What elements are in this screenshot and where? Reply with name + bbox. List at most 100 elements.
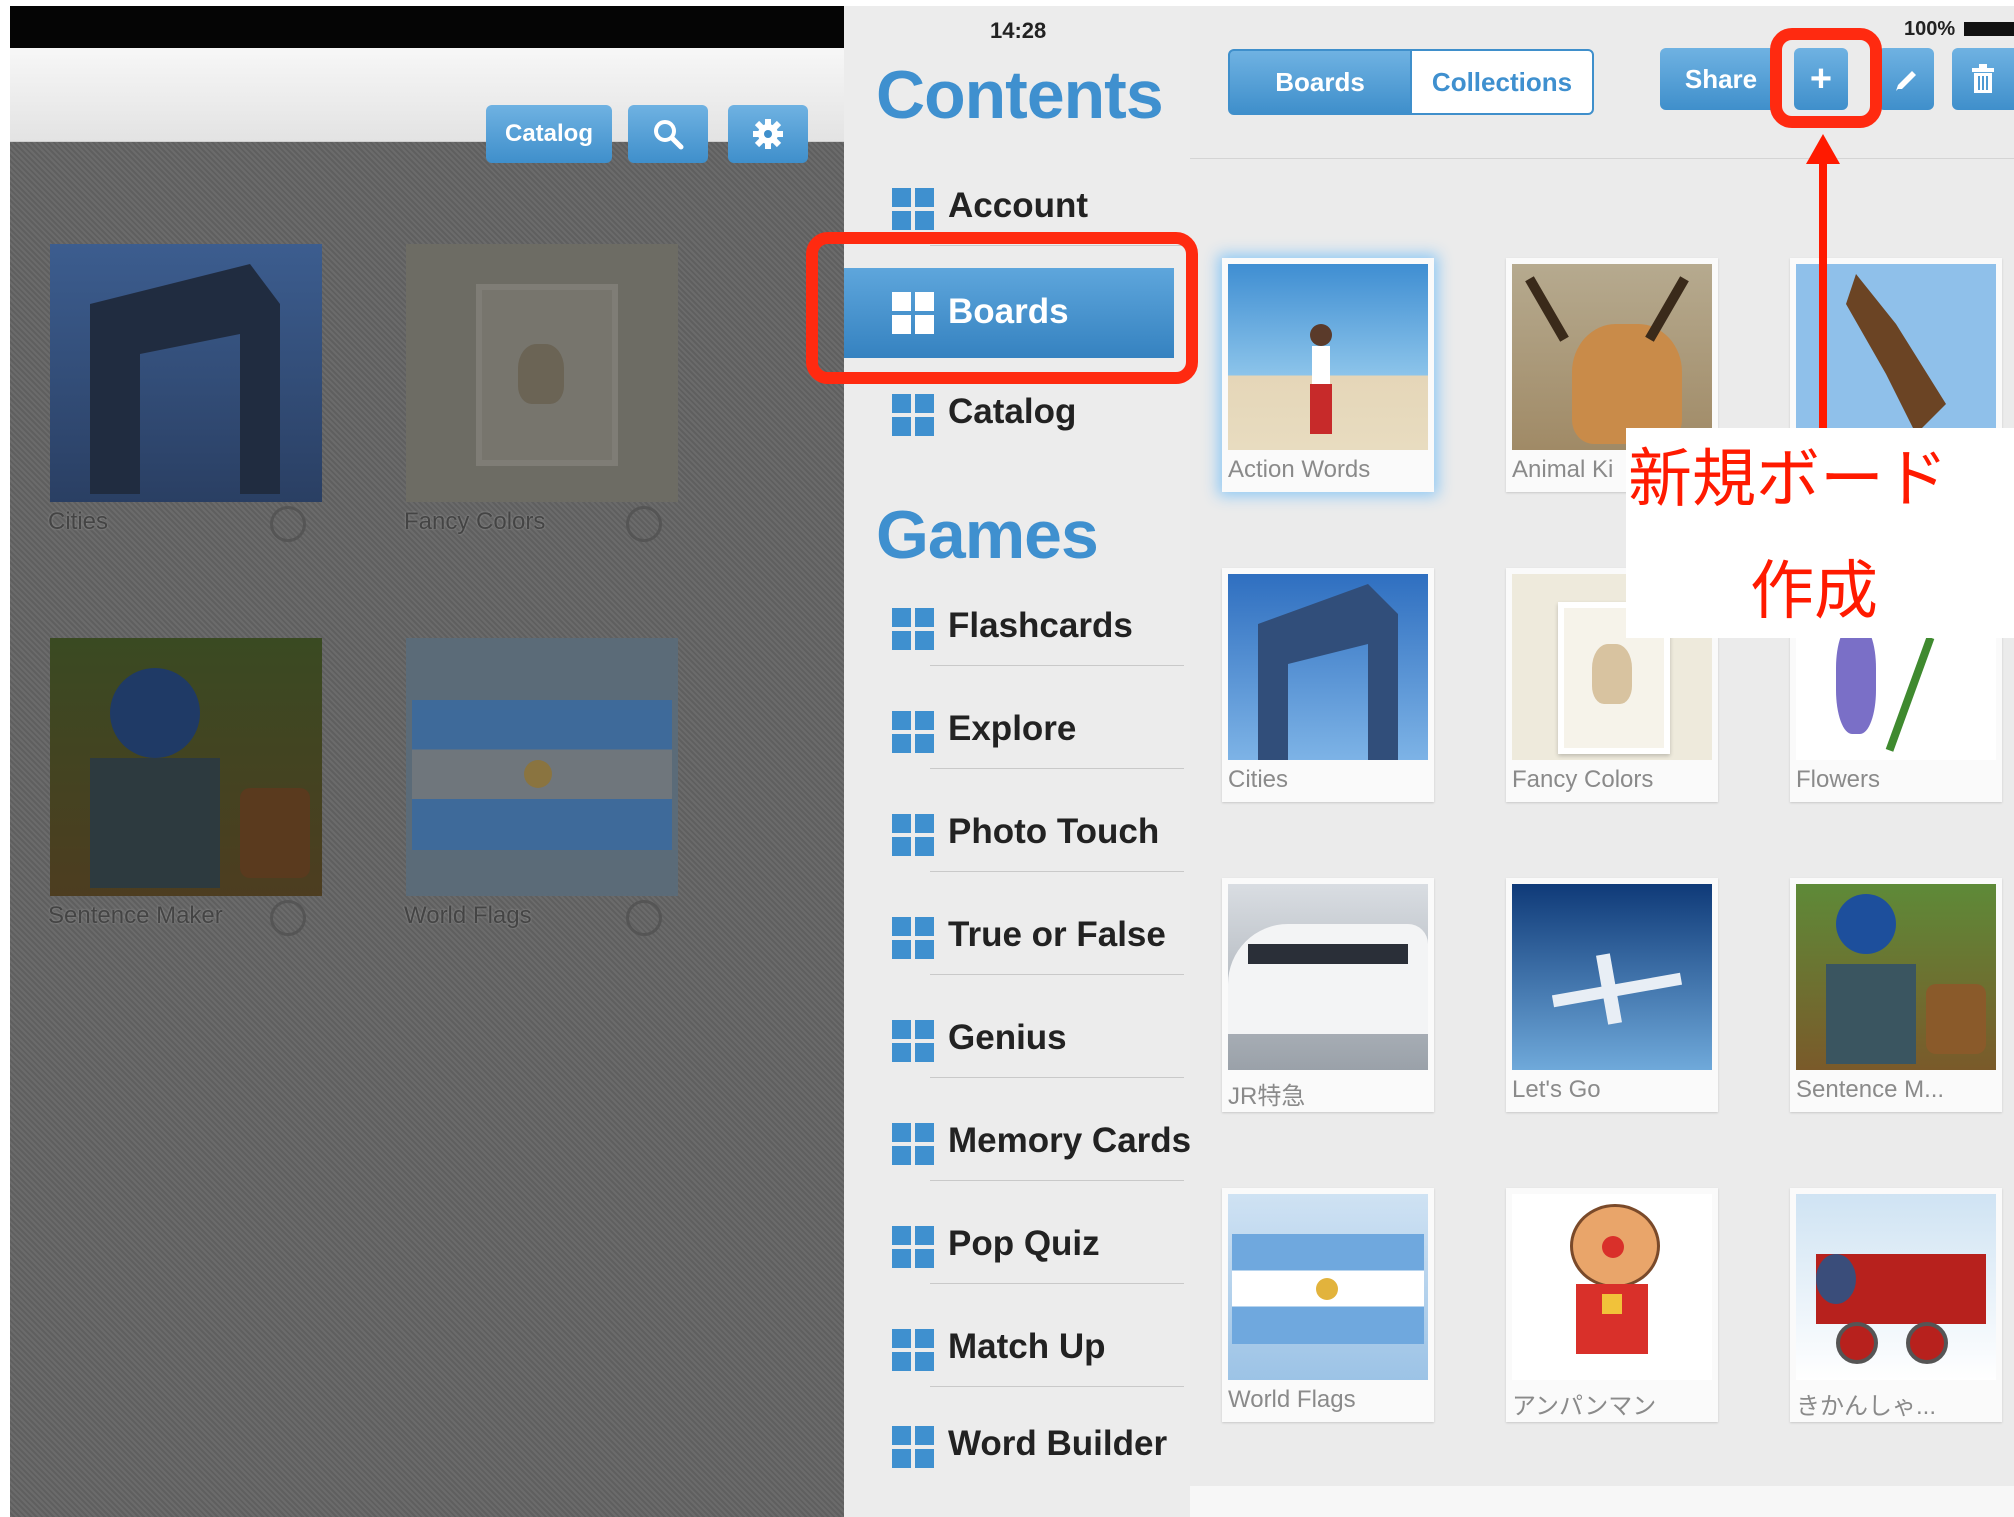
board-card-jr-express[interactable]: JR特急 <box>1222 878 1434 1112</box>
sentence-maker-thumbnail <box>1796 884 1996 1070</box>
divider <box>930 871 1184 872</box>
animal-thumbnail <box>1512 264 1712 450</box>
sidebar-item-pop-quiz[interactable]: Pop Quiz <box>884 1204 1184 1284</box>
board-caption: Fancy Colors <box>1512 766 1654 793</box>
share-button[interactable]: Share <box>1660 48 1782 110</box>
board-card-anpanman[interactable]: アンパンマン <box>1506 1188 1718 1422</box>
board-caption: Let's Go <box>1512 1076 1601 1103</box>
board-card-action-words[interactable]: Action Words <box>1222 258 1434 492</box>
board-card-world-flags[interactable]: World Flags <box>1222 1188 1434 1422</box>
loading-icon <box>626 506 662 542</box>
board-card-lets-go[interactable]: Let's Go <box>1506 878 1718 1112</box>
sidebar-item-label: Word Builder <box>948 1424 1168 1463</box>
tab-boards[interactable]: Boards <box>1228 49 1412 115</box>
tab-collections[interactable]: Collections <box>1410 49 1594 115</box>
divider <box>930 1077 1184 1078</box>
action-words-thumbnail <box>1228 264 1428 450</box>
highlight-boards-menu <box>806 232 1198 384</box>
left-board-card[interactable]: Sentence Maker <box>40 628 330 948</box>
divider <box>930 768 1184 769</box>
board-caption: きかんしゃ... <box>1796 1393 1937 1420</box>
grid-icon <box>892 1020 934 1062</box>
cities-thumbnail <box>1228 574 1428 760</box>
locomotive-thumbnail <box>1796 1194 1996 1380</box>
sidebar-item-true-or-false[interactable]: True or False <box>884 895 1184 975</box>
sidebar-item-explore[interactable]: Explore <box>884 689 1184 769</box>
loading-icon <box>270 900 306 936</box>
grid-icon <box>892 711 934 753</box>
grid-icon <box>892 917 934 959</box>
left-board-card[interactable]: Cities <box>40 234 330 554</box>
anpanman-thumbnail <box>1512 1194 1712 1380</box>
loading-icon <box>270 506 306 542</box>
grid-icon <box>892 1426 934 1468</box>
trash-icon <box>1972 64 1994 93</box>
edit-button[interactable] <box>1878 48 1934 110</box>
card-caption: Cities <box>48 508 109 535</box>
fancy-colors-thumbnail <box>406 244 678 502</box>
left-board-card[interactable]: Fancy Colors <box>396 234 686 554</box>
board-caption: アンパンマン <box>1512 1393 1657 1420</box>
games-title: Games <box>876 497 1099 573</box>
pencil-icon <box>1896 71 1916 91</box>
divider <box>930 974 1184 975</box>
divider <box>930 665 1184 666</box>
search-icon <box>654 120 684 150</box>
sidebar-item-label: True or False <box>948 915 1166 954</box>
sidebar-item-label: Pop Quiz <box>948 1224 1100 1263</box>
delete-button[interactable] <box>1952 48 2014 110</box>
highlight-add-button <box>1770 28 1882 128</box>
contents-title: Contents <box>876 57 1164 133</box>
board-caption: Sentence M... <box>1796 1076 1945 1103</box>
divider <box>930 1180 1184 1181</box>
gear-icon <box>753 119 783 149</box>
board-card-sentence-maker[interactable]: Sentence M... <box>1790 878 2002 1112</box>
sidebar-item-genius[interactable]: Genius <box>884 998 1184 1078</box>
sidebar-item-label: Catalog <box>948 392 1077 431</box>
sidebar-item-photo-touch[interactable]: Photo Touch <box>884 792 1184 872</box>
bottom-bar <box>1190 1486 2014 1517</box>
arrow-line <box>1819 146 1827 440</box>
search-button[interactable] <box>628 105 708 163</box>
train-thumbnail <box>1228 884 1428 1070</box>
sentence-maker-thumbnail <box>50 638 322 896</box>
sidebar-item-catalog[interactable]: Catalog <box>884 372 1184 452</box>
grid-icon <box>892 1329 934 1371</box>
grid-icon <box>892 1123 934 1165</box>
world-flags-thumbnail <box>406 638 678 896</box>
sidebar-item-flashcards[interactable]: Flashcards <box>884 586 1184 666</box>
left-board-card[interactable]: World Flags <box>396 628 686 948</box>
sidebar-item-match-up[interactable]: Match Up <box>884 1307 1184 1387</box>
grid-icon <box>892 814 934 856</box>
grid-icon <box>892 188 934 230</box>
sidebar-item-memory-cards[interactable]: Memory Cards <box>884 1101 1191 1181</box>
grid-icon <box>892 394 934 436</box>
divider <box>930 1386 1184 1387</box>
board-card-kikansha[interactable]: きかんしゃ... <box>1790 1188 2002 1422</box>
annotation-line2: 作成 <box>1742 540 1886 632</box>
loading-icon <box>626 900 662 936</box>
arrow-head-icon <box>1806 134 1840 164</box>
cities-thumbnail <box>50 244 322 502</box>
board-caption: JR特急 <box>1228 1083 1306 1110</box>
left-toolbar: Catalog <box>10 48 844 163</box>
sidebar-item-label: Match Up <box>948 1327 1106 1366</box>
board-caption: World Flags <box>1228 1386 1356 1413</box>
world-flags-thumbnail <box>1228 1194 1428 1380</box>
card-caption: Sentence Maker <box>48 902 223 929</box>
sidebar-item-label: Memory Cards <box>948 1121 1192 1160</box>
sidebar-item-word-builder[interactable]: Word Builder <box>884 1404 1184 1484</box>
sidebar-item-label: Genius <box>948 1018 1067 1057</box>
settings-button[interactable] <box>728 105 808 163</box>
sidebar-item-label: Account <box>948 186 1088 225</box>
board-card-cities[interactable]: Cities <box>1222 568 1434 802</box>
divider <box>930 1283 1184 1284</box>
sidebar-item-label: Explore <box>948 709 1077 748</box>
grid-icon <box>892 608 934 650</box>
catalog-button[interactable]: Catalog <box>486 105 612 163</box>
status-time: 14:28 <box>990 18 1047 43</box>
boards-pane: 100% Boards Collections Share + Action W… <box>1190 6 2014 1517</box>
board-caption: Cities <box>1228 766 1289 793</box>
grid-icon <box>892 1226 934 1268</box>
airplane-thumbnail <box>1512 884 1712 1070</box>
